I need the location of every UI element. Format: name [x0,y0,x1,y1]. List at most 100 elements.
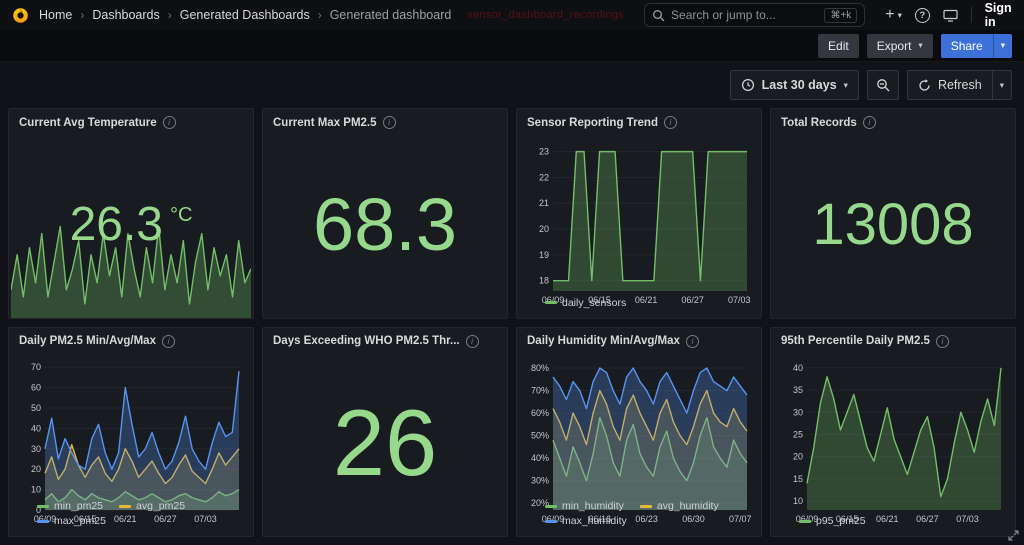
svg-text:80%: 80% [531,363,549,373]
info-icon[interactable]: i [162,335,175,348]
breadcrumb-dashboards[interactable]: Dashboards [92,8,159,22]
sign-in-button[interactable]: Sign in [985,1,1012,29]
breadcrumb-separator: › [80,8,84,22]
stat-value: 13008 [771,132,1015,318]
info-icon[interactable]: i [466,335,479,348]
chevron-down-icon: ▾ [898,10,902,21]
legend-label: avg_humidity [657,500,719,512]
add-button[interactable]: + ▾ [885,6,902,24]
legend-item[interactable]: daily_sensors [545,297,626,309]
panel-sensor-reporting-trend: Sensor Reporting Trend i 18192021222306/… [516,108,762,319]
info-icon[interactable]: i [936,335,949,348]
legend-label: max_humidity [562,515,627,527]
legend-item[interactable]: avg_humidity [640,500,719,512]
svg-text:15: 15 [793,473,803,483]
panel-title: Current Max PM2.5 [273,117,377,129]
svg-text:30: 30 [793,407,803,417]
panel-header: Sensor Reporting Trend i [517,109,761,132]
legend-swatch-icon [37,520,49,523]
share-button-label: Share [941,34,993,58]
legend-label: min_pm25 [54,500,103,512]
legend-swatch-icon [799,520,811,523]
chevron-down-icon: ▾ [1000,80,1004,91]
refresh-interval-toggle[interactable]: ▾ [992,71,1011,99]
svg-text:60: 60 [31,382,41,392]
legend-swatch-icon [545,301,557,304]
legend-swatch-icon [640,505,652,508]
breadcrumb-generated-dashboards[interactable]: Generated Dashboards [180,8,310,22]
search-input[interactable]: Search or jump to... ⌘+k [644,3,865,27]
panel-header: 95th Percentile Daily PM2.5 i [771,328,1015,351]
chart-legend: p95_pm25 [777,512,1009,534]
chart-legend: min_pm25 avg_pm25 max_pm25 [15,497,247,534]
svg-text:19: 19 [539,250,549,260]
info-icon[interactable]: i [383,116,396,129]
legend-item[interactable]: min_pm25 [37,500,103,512]
legend-swatch-icon [119,505,131,508]
refresh-main[interactable]: Refresh [908,71,992,99]
chevron-down-icon: ▾ [918,40,922,51]
breadcrumb-home[interactable]: Home [39,8,72,22]
p95-pm25-chart[interactable]: 1015202530354006/0906/1506/2106/2707/03 [777,353,1009,513]
legend-item[interactable]: max_humidity [545,515,627,527]
kiosk-mode-button[interactable] [943,9,958,22]
panel-title: Current Avg Temperature [19,117,157,129]
info-icon[interactable]: i [686,335,699,348]
breadcrumb-separator: › [168,8,172,22]
nav-divider [971,7,972,23]
legend-item[interactable]: max_pm25 [37,515,106,527]
grafana-app: Home › Dashboards › Generated Dashboards… [0,0,1024,545]
dashboard-actions-bar: Edit Export ▾ Share ▾ [0,30,1024,62]
panel-header: Daily PM2.5 Min/Avg/Max i [9,328,253,351]
humidity-minavgmax-chart[interactable]: 20%30%40%50%60%70%80%06/0906/1606/2306/3… [523,353,755,498]
export-button[interactable]: Export ▾ [867,34,933,58]
chart-legend: daily_sensors [523,294,755,316]
watermark-text: sensor_dashboard_recordings [467,9,624,21]
stat-value: 68.3 [263,132,507,318]
chevron-down-icon: ▾ [1001,40,1005,51]
time-range-label: Last 30 days [762,78,837,92]
info-icon[interactable]: i [664,116,677,129]
legend-item[interactable]: p95_pm25 [799,515,866,527]
monitor-icon [943,9,958,22]
svg-text:60%: 60% [531,408,549,418]
svg-text:10: 10 [793,496,803,506]
pm25-minavgmax-chart[interactable]: 01020304050607006/0906/1506/2106/2707/03 [15,353,247,498]
share-dropdown-toggle[interactable]: ▾ [993,34,1012,58]
edit-button[interactable]: Edit [818,34,859,58]
panel-header: Daily Humidity Min/Avg/Max i [517,328,761,351]
help-button[interactable]: ? [915,8,930,23]
svg-text:40: 40 [793,362,803,372]
panel-title: Sensor Reporting Trend [527,117,658,129]
stat-number: 26 [333,389,438,497]
svg-text:20: 20 [793,451,803,461]
share-button[interactable]: Share ▾ [941,34,1012,58]
stat-number: 26.3 [70,197,163,252]
sensor-trend-chart[interactable]: 18192021222306/0906/1506/2106/2707/03 [523,134,755,294]
panel-header: Total Records i [771,109,1015,132]
svg-text:10: 10 [31,484,41,494]
panel-title: Daily PM2.5 Min/Avg/Max [19,335,156,347]
panel-body: 20%30%40%50%60%70%80%06/0906/1606/2306/3… [517,351,761,537]
edit-button-label: Edit [828,39,849,53]
zoom-out-button[interactable] [867,70,899,100]
time-range-picker[interactable]: Last 30 days ▾ [730,70,859,100]
panel-daily-pm25-min-avg-max: Daily PM2.5 Min/Avg/Max i 01020304050607… [8,327,254,538]
legend-item[interactable]: min_humidity [545,500,624,512]
legend-swatch-icon [545,520,557,523]
svg-text:35: 35 [793,385,803,395]
svg-text:23: 23 [539,147,549,157]
info-icon[interactable]: i [163,116,176,129]
refresh-label: Refresh [938,78,982,92]
breadcrumb: Home › Dashboards › Generated Dashboards… [39,8,624,22]
panel-title: Days Exceeding WHO PM2.5 Thr... [273,335,460,347]
refresh-button[interactable]: Refresh ▾ [907,70,1012,100]
help-icon: ? [915,8,930,23]
panel-body: 1015202530354006/0906/1506/2106/2707/03 … [771,351,1015,537]
stat-number: 13008 [812,191,973,258]
legend-item[interactable]: avg_pm25 [119,500,185,512]
expand-corner-icon[interactable] [1008,530,1019,541]
grafana-logo[interactable] [12,7,29,24]
svg-text:30: 30 [31,443,41,453]
info-icon[interactable]: i [863,116,876,129]
